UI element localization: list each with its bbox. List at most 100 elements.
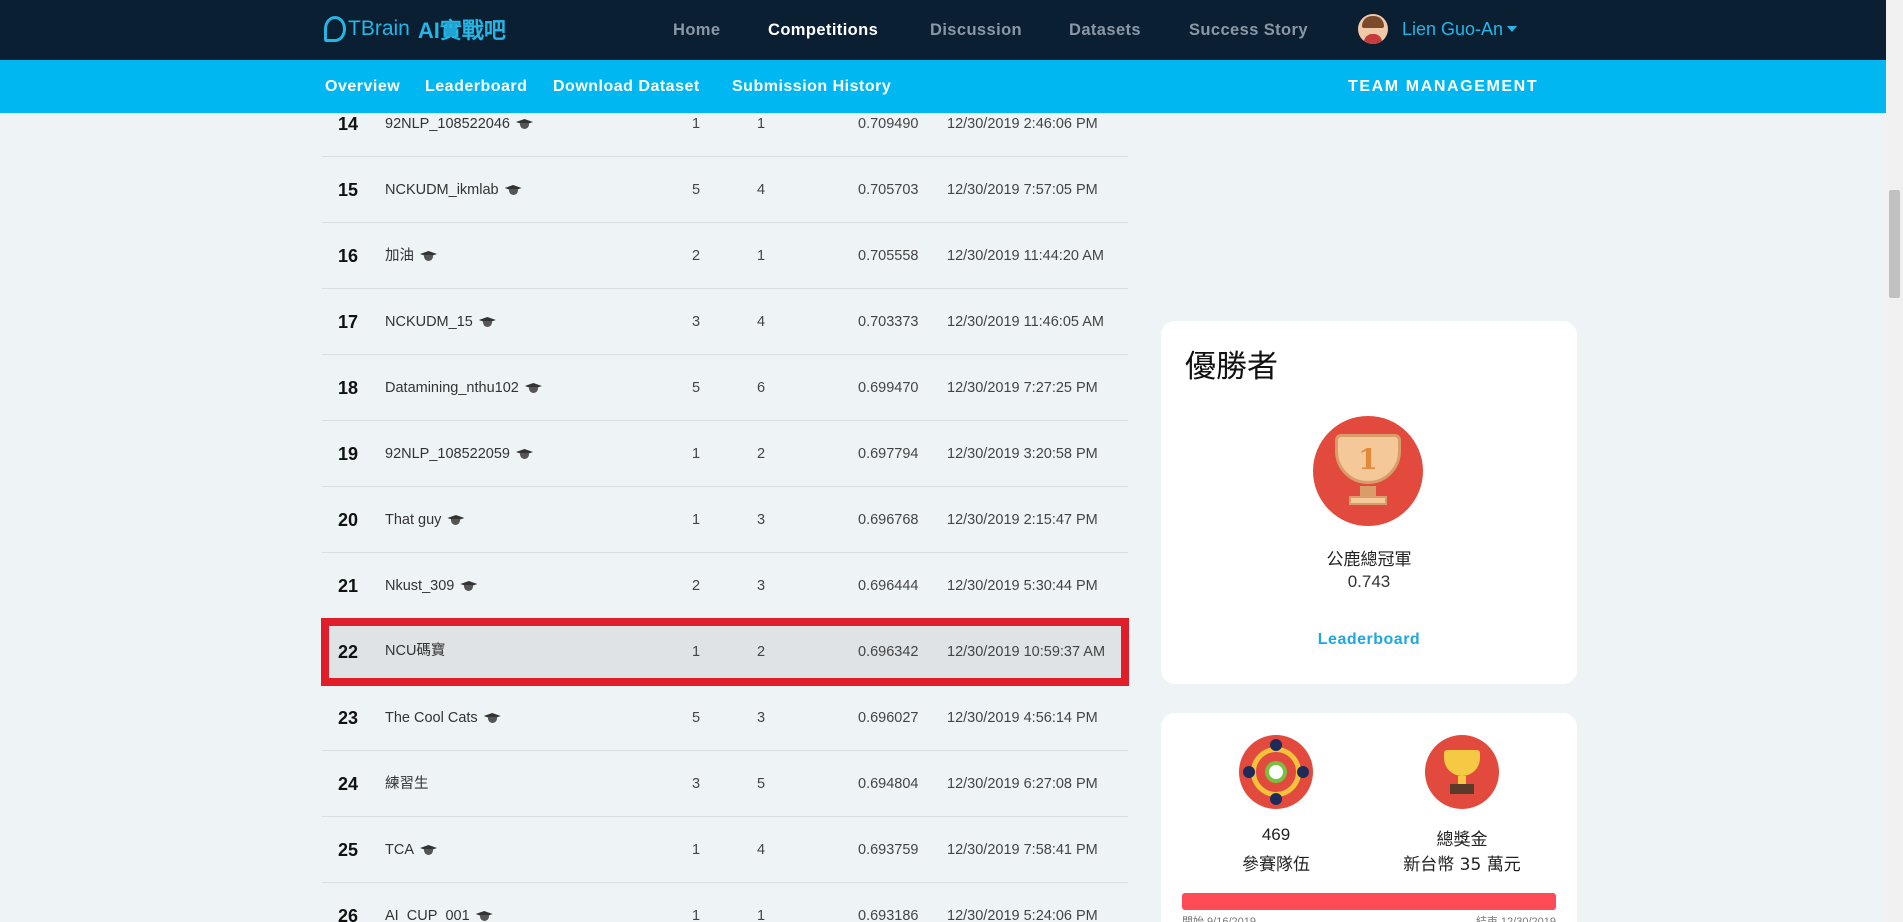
team-name: Nkust_309 xyxy=(385,578,455,594)
winner-score: 0.743 xyxy=(1347,572,1391,591)
graduation-cap-icon xyxy=(484,712,501,724)
nav-competitions[interactable]: Competitions xyxy=(768,21,878,40)
score-cell: 0.696768 xyxy=(858,512,919,528)
members-cell: 1 xyxy=(692,446,701,462)
page-scrollbar[interactable] xyxy=(1886,0,1903,922)
entries-cell: 3 xyxy=(757,578,766,594)
members-cell: 5 xyxy=(692,710,701,726)
prize-label: 總獎金 xyxy=(1436,830,1488,850)
team-name-cell: Datamining_nthu102 xyxy=(385,355,542,421)
entries-cell: 2 xyxy=(757,446,766,462)
team-management-link[interactable]: TEAM MANAGEMENT xyxy=(1348,60,1538,113)
prize-trophy-icon xyxy=(1425,735,1499,809)
team-name: 加油 xyxy=(385,248,414,264)
members-cell: 2 xyxy=(692,248,701,264)
timestamp-cell: 12/30/2019 7:58:41 PM xyxy=(947,842,1098,858)
team-name-cell: 加油 xyxy=(385,223,437,289)
logo-brand-text: TBrain xyxy=(348,17,410,40)
table-row: 17 NCKUDM_15 3 4 0.703373 12/30/2019 11:46:05… xyxy=(322,289,1128,355)
table-row: 23 The Cool Cats 5 3 0.696027 12/30/2019 4:56… xyxy=(322,685,1128,751)
timestamp-cell: 12/30/2019 11:46:05 AM xyxy=(947,314,1104,330)
timestamp-cell: 12/30/2019 7:57:05 PM xyxy=(947,182,1098,198)
team-name-cell: NCKUDM_ikmlab xyxy=(385,157,522,223)
entries-cell: 1 xyxy=(757,248,766,264)
site-logo[interactable]: TBrain AI實戰吧 xyxy=(324,12,506,46)
table-row: 15 NCKUDM_ikmlab 5 4 0.705703 12/30/2019 7:57… xyxy=(322,157,1128,223)
score-cell: 0.709490 xyxy=(858,116,919,132)
score-cell: 0.705703 xyxy=(858,182,919,198)
timestamp-cell: 12/30/2019 6:27:08 PM xyxy=(947,776,1098,792)
rank-cell: 16 xyxy=(338,246,359,266)
entries-cell: 1 xyxy=(757,908,766,922)
table-row: 24 練習生 3 5 0.694804 12/30/2019 6:27:08 PM xyxy=(322,751,1128,817)
rank-cell: 26 xyxy=(338,906,359,922)
timestamp-cell: 12/30/2019 3:20:58 PM xyxy=(947,446,1098,462)
score-cell: 0.696027 xyxy=(858,710,919,726)
graduation-cap-icon xyxy=(420,844,437,856)
winner-title: 優勝者 xyxy=(1185,349,1278,385)
tbrain-logo-icon xyxy=(324,16,346,42)
score-cell: 0.697794 xyxy=(858,446,919,462)
competition-progress-bar xyxy=(1182,893,1556,910)
rank-cell: 18 xyxy=(338,378,359,398)
rank-cell: 21 xyxy=(338,576,359,596)
members-cell: 1 xyxy=(692,644,701,660)
graduation-cap-icon xyxy=(476,910,493,922)
end-date: 結束 12/30/2019 xyxy=(1475,916,1556,922)
entries-cell: 4 xyxy=(757,182,766,198)
table-row: 21 Nkust_309 2 3 0.696444 12/30/2019 5:30:44 … xyxy=(322,553,1128,619)
user-menu[interactable]: Lien Guo-An xyxy=(1358,12,1518,46)
timestamp-cell: 12/30/2019 11:44:20 AM xyxy=(947,248,1104,264)
start-date: 開始 9/16/2019 xyxy=(1182,916,1256,922)
table-row: 26 AI_CUP_001 1 1 0.693186 12/30/2019 5:24:06… xyxy=(322,883,1128,922)
team-name: TCA xyxy=(385,842,414,858)
score-cell: 0.696444 xyxy=(858,578,919,594)
members-cell: 2 xyxy=(692,578,701,594)
team-name: 92NLP_108522046 xyxy=(385,116,510,132)
team-name-cell: NCKUDM_15 xyxy=(385,289,496,355)
score-cell: 0.703373 xyxy=(858,314,919,330)
team-name-cell: 92NLP_108522059 xyxy=(385,421,533,487)
rank-cell: 14 xyxy=(338,114,359,134)
trophy-number: 1 xyxy=(1358,443,1378,476)
team-name: AI_CUP_001 xyxy=(385,908,470,922)
graduation-cap-icon xyxy=(479,316,496,328)
logo-ai-text: AI實戰吧 xyxy=(417,18,506,43)
leaderboard-link[interactable]: Leaderboard xyxy=(1161,631,1577,649)
rank-cell: 22 xyxy=(338,642,359,662)
rank-cell: 15 xyxy=(338,180,359,200)
graduation-cap-icon xyxy=(420,250,437,262)
entries-cell: 4 xyxy=(757,314,766,330)
team-name-cell: NCU碼寶 xyxy=(385,626,445,676)
rank-cell: 23 xyxy=(338,708,359,728)
members-cell: 1 xyxy=(692,116,701,132)
graduation-cap-icon xyxy=(516,448,533,460)
rank-cell: 17 xyxy=(338,312,359,332)
team-name: That guy xyxy=(385,512,442,528)
members-cell: 3 xyxy=(692,314,701,330)
rank-cell: 19 xyxy=(338,444,359,464)
table-row: 16 加油 2 1 0.705558 12/30/2019 11:44:20 AM xyxy=(322,223,1128,289)
entries-cell: 1 xyxy=(757,116,766,132)
nav-success-story[interactable]: Success Story xyxy=(1189,21,1308,40)
members-cell: 5 xyxy=(692,182,701,198)
scrollbar-thumb[interactable] xyxy=(1889,190,1900,298)
entries-cell: 4 xyxy=(757,842,766,858)
table-row-highlighted: 22 NCU碼寶 1 2 0.696342 12/30/2019 10:59:37 AM xyxy=(321,618,1129,686)
graduation-cap-icon xyxy=(525,382,542,394)
top-navbar: TBrain AI實戰吧 Home Competitions Discussio… xyxy=(0,0,1903,60)
team-name-cell: The Cool Cats xyxy=(385,685,501,751)
graduation-cap-icon xyxy=(505,184,522,196)
chevron-down-icon xyxy=(1507,26,1518,32)
graduation-cap-icon xyxy=(447,514,464,526)
winner-name: 公鹿總冠軍 xyxy=(1326,550,1412,570)
teams-icon xyxy=(1239,735,1313,809)
entries-cell: 6 xyxy=(757,380,766,396)
nav-discussion[interactable]: Discussion xyxy=(930,21,1022,40)
score-cell: 0.693759 xyxy=(858,842,919,858)
team-name-cell: Nkust_309 xyxy=(385,553,477,619)
timestamp-cell: 12/30/2019 2:46:06 PM xyxy=(947,116,1098,132)
members-cell: 1 xyxy=(692,842,701,858)
nav-datasets[interactable]: Datasets xyxy=(1069,21,1141,40)
nav-home[interactable]: Home xyxy=(673,21,720,40)
